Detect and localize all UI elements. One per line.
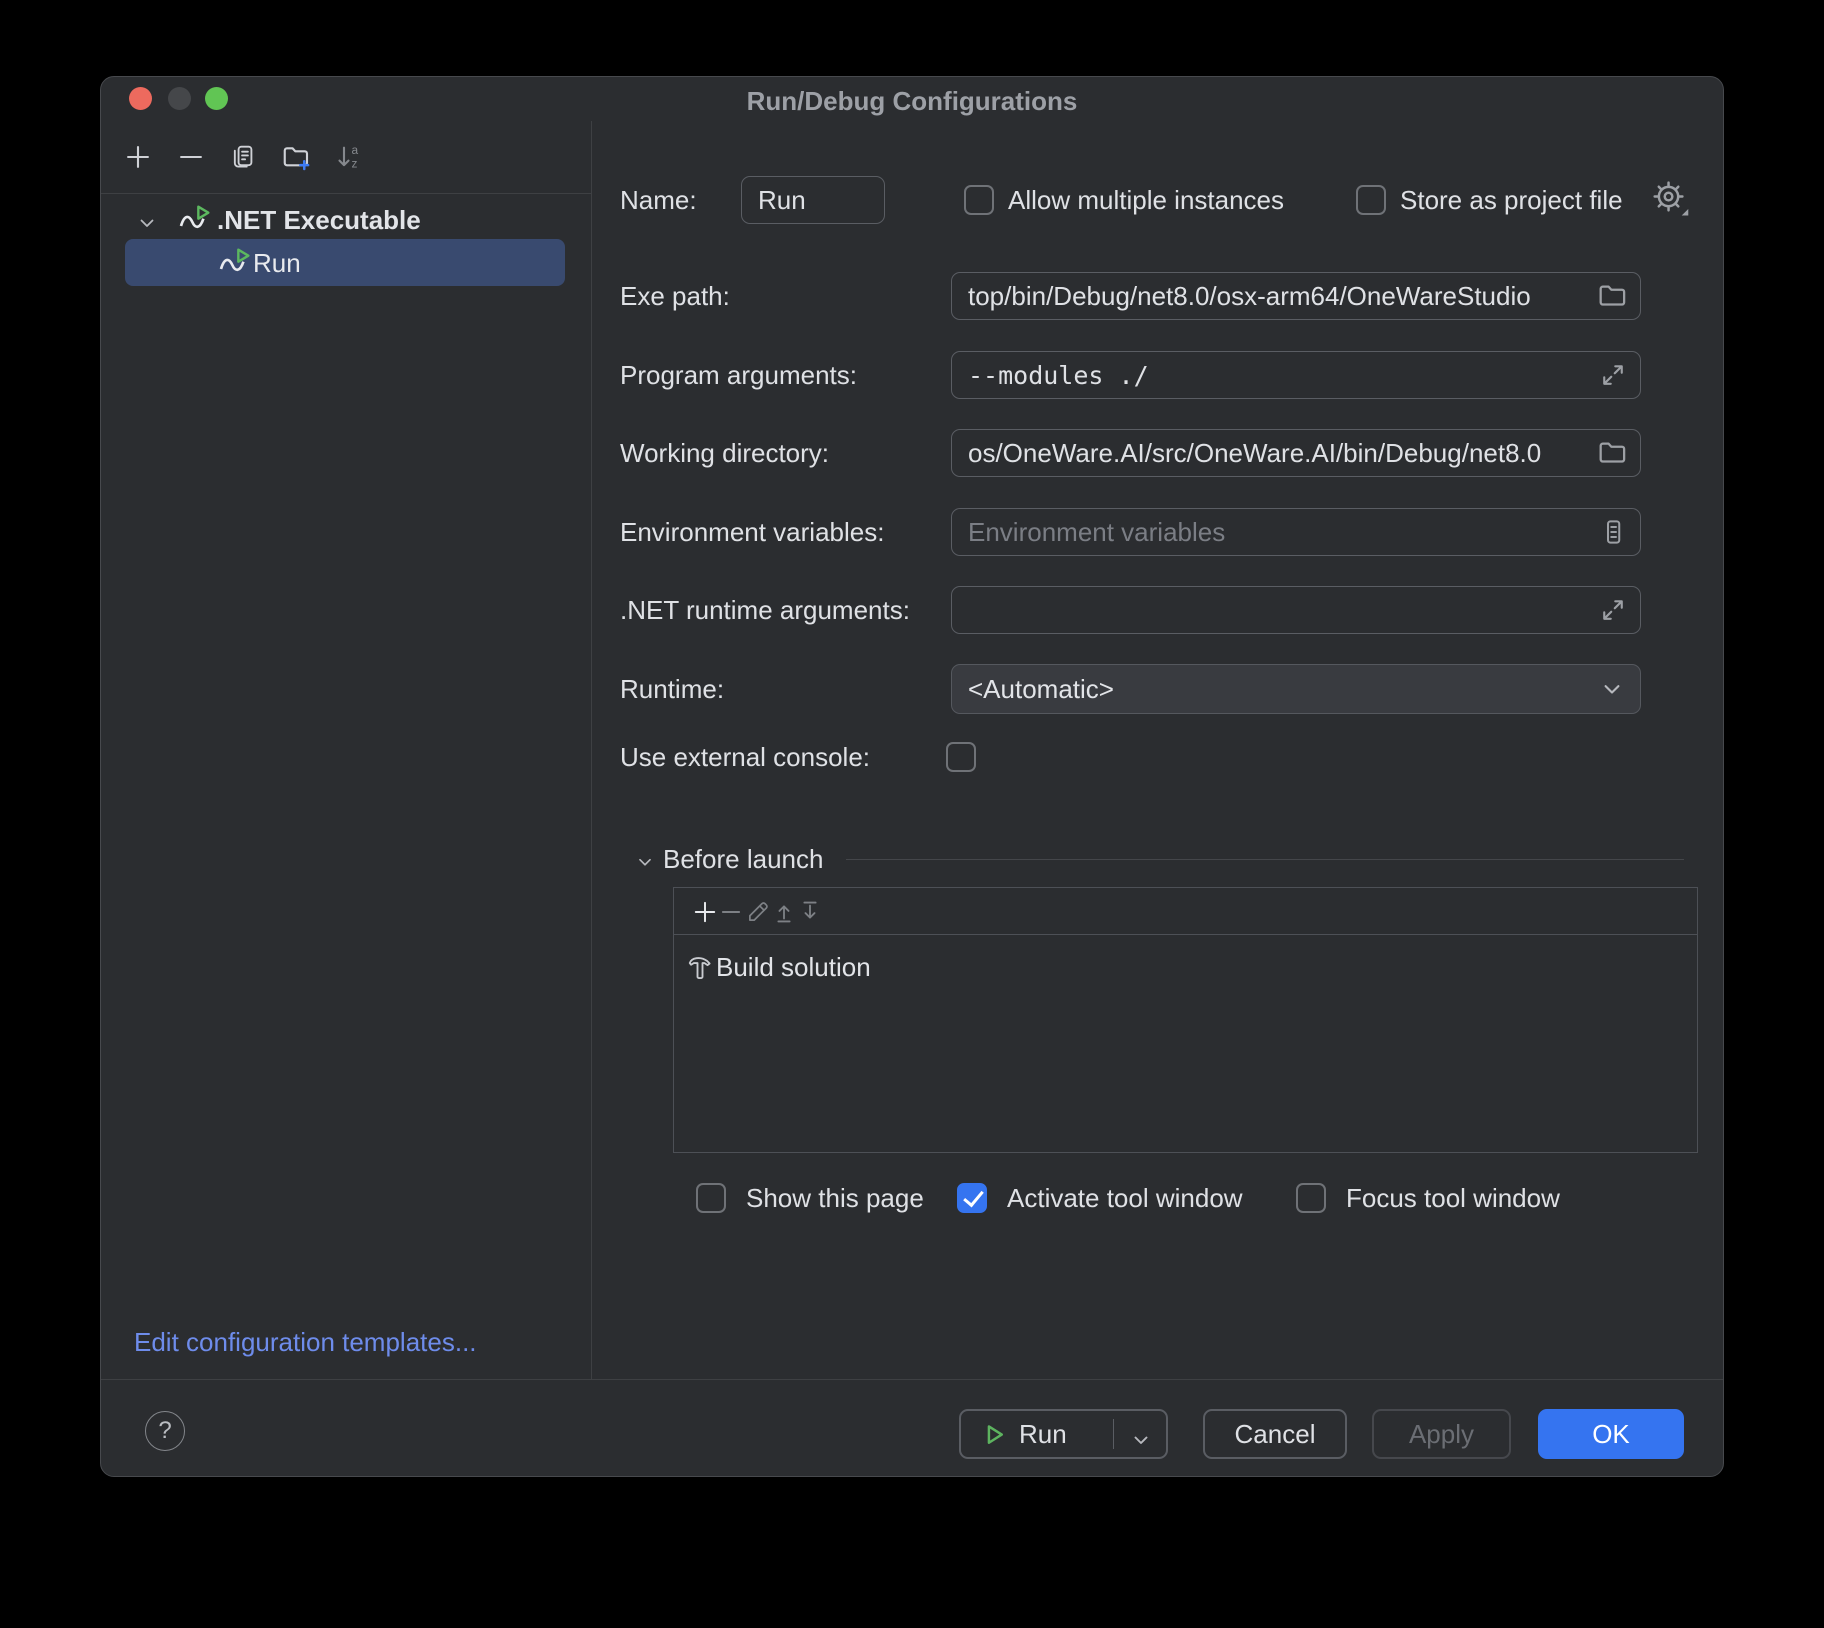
allow-multiple-instances-checkbox[interactable] — [964, 185, 994, 215]
help-question-icon: ? — [158, 1417, 171, 1445]
before-launch-task[interactable]: Build solution — [716, 952, 871, 983]
allow-multiple-instances-label: Allow multiple instances — [1008, 185, 1284, 216]
store-options-gear-icon[interactable] — [1651, 179, 1689, 217]
apply-button[interactable]: Apply — [1372, 1409, 1511, 1459]
working-directory-label: Working directory: — [620, 438, 829, 469]
use-external-console-label: Use external console: — [620, 742, 870, 773]
expand-field-icon[interactable] — [1598, 595, 1628, 625]
remove-icon — [177, 143, 205, 171]
new-folder-button[interactable] — [279, 140, 313, 174]
screen: Run/Debug Configurations — [0, 0, 1824, 1628]
before-launch-rule — [846, 859, 1684, 860]
exe-path-field[interactable]: top/bin/Debug/net8.0/osx-arm64/OneWareSt… — [951, 272, 1641, 320]
remove-configuration-button[interactable] — [174, 140, 208, 174]
svg-text:z: z — [352, 157, 358, 171]
ok-button[interactable]: OK — [1538, 1409, 1684, 1459]
working-directory-value: os/OneWare.AI/src/OneWare.AI/bin/Debug/n… — [968, 438, 1541, 469]
cancel-button[interactable]: Cancel — [1203, 1409, 1347, 1459]
exe-path-value: top/bin/Debug/net8.0/osx-arm64/OneWareSt… — [968, 281, 1531, 312]
run-button[interactable]: Run — [959, 1409, 1168, 1459]
activate-tool-window-checkbox[interactable] — [957, 1183, 987, 1213]
sidebar-toolbar-separator — [101, 193, 591, 194]
edit-variables-list-icon[interactable] — [1598, 517, 1628, 547]
use-external-console-checkbox[interactable] — [946, 742, 976, 772]
focus-tool-window-label: Focus tool window — [1346, 1183, 1560, 1214]
runtime-arguments-label: .NET runtime arguments: — [620, 595, 910, 626]
run-split-separator — [1113, 1419, 1114, 1449]
add-configuration-button[interactable] — [121, 140, 155, 174]
hammer-icon — [684, 951, 714, 981]
run-debug-configurations-dialog: Run/Debug Configurations — [100, 76, 1724, 1477]
move-up-button[interactable] — [770, 898, 798, 926]
tree-item-run[interactable] — [125, 239, 565, 286]
show-this-page-checkbox[interactable] — [696, 1183, 726, 1213]
working-directory-field[interactable]: os/OneWare.AI/src/OneWare.AI/bin/Debug/n… — [951, 429, 1641, 477]
sort-configurations-button[interactable]: a z — [332, 140, 366, 174]
environment-variables-label: Environment variables: — [620, 517, 884, 548]
focus-tool-window-checkbox[interactable] — [1296, 1183, 1326, 1213]
tree-expand-chevron-down-icon[interactable] — [135, 211, 159, 235]
new-folder-icon — [281, 142, 311, 172]
runtime-label: Runtime: — [620, 674, 724, 705]
store-as-project-file-label: Store as project file — [1400, 185, 1623, 216]
tree-group-dotnet-executable[interactable]: .NET Executable — [217, 205, 421, 236]
browse-folder-icon[interactable] — [1596, 280, 1628, 312]
edit-task-button[interactable] — [744, 898, 772, 926]
name-input[interactable] — [741, 176, 885, 224]
before-launch-title: Before launch — [663, 844, 823, 875]
store-as-project-file-checkbox[interactable] — [1356, 185, 1386, 215]
program-arguments-value: --modules ./ — [968, 361, 1149, 390]
run-options-chevron-down-icon[interactable] — [1129, 1428, 1153, 1452]
copy-icon — [229, 143, 257, 171]
expand-field-icon[interactable] — [1598, 360, 1628, 390]
help-button[interactable]: ? — [145, 1411, 185, 1451]
edit-configuration-templates-link[interactable]: Edit configuration templates... — [134, 1327, 477, 1358]
dialog-title: Run/Debug Configurations — [101, 86, 1723, 117]
sort-alphabetical-icon: a z — [334, 142, 364, 172]
activate-tool-window-label: Activate tool window — [1007, 1183, 1243, 1214]
runtime-arguments-field[interactable] — [951, 586, 1641, 634]
show-this-page-label: Show this page — [746, 1183, 924, 1214]
environment-variables-field[interactable]: Environment variables — [951, 508, 1641, 556]
move-down-button[interactable] — [796, 898, 824, 926]
remove-task-button[interactable] — [717, 898, 745, 926]
dotnet-executable-icon — [179, 204, 211, 236]
program-arguments-label: Program arguments: — [620, 360, 857, 391]
exe-path-label: Exe path: — [620, 281, 730, 312]
environment-variables-placeholder: Environment variables — [968, 517, 1225, 548]
dotnet-run-config-icon — [219, 247, 251, 279]
footer-separator — [101, 1379, 1723, 1380]
svg-text:a: a — [352, 143, 359, 157]
tree-item-run-label: Run — [253, 248, 301, 279]
before-launch-panel: Build solution — [673, 887, 1698, 1153]
runtime-selected-value: <Automatic> — [968, 674, 1114, 705]
before-launch-chevron-down-icon[interactable] — [634, 851, 656, 873]
chevron-down-icon — [1598, 675, 1626, 703]
runtime-dropdown[interactable]: <Automatic> — [951, 664, 1641, 714]
before-launch-toolbar-separator — [674, 934, 1697, 935]
add-icon — [124, 143, 152, 171]
title-bar: Run/Debug Configurations — [101, 77, 1723, 121]
program-arguments-field[interactable]: --modules ./ — [951, 351, 1641, 399]
browse-folder-icon[interactable] — [1596, 437, 1628, 469]
sidebar-divider — [591, 121, 592, 1379]
copy-configuration-button[interactable] — [226, 140, 260, 174]
name-label: Name: — [620, 185, 697, 216]
run-play-icon — [979, 1420, 1007, 1448]
run-button-label: Run — [1019, 1419, 1067, 1450]
add-task-button[interactable] — [691, 898, 719, 926]
